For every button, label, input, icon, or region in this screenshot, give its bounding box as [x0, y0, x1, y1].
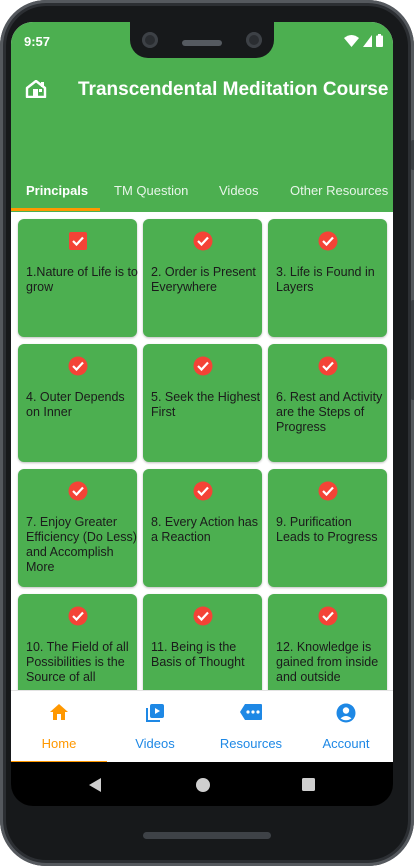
check-circle-icon: [318, 356, 338, 381]
principle-label: 4. Outer Depends on Inner: [26, 390, 125, 419]
principle-card-10[interactable]: 10. The Field of all Possibilities is th…: [18, 594, 137, 690]
principle-label: 12. Knowledge is gained from inside and …: [276, 640, 379, 684]
nav-account[interactable]: Account: [299, 691, 393, 762]
app-bar: Transcendental Meditation Course: [11, 60, 393, 116]
principle-card-11[interactable]: 11. Being is the Basis of Thought: [143, 594, 262, 690]
principle-label: 1.Nature of Life is to grow: [26, 265, 138, 294]
check-circle-icon: [318, 606, 338, 631]
nav-videos-label: Videos: [135, 736, 175, 751]
app-title: Transcendental Meditation Course: [78, 79, 389, 100]
principle-label: 8. Every Action has a Reaction: [151, 515, 259, 544]
principle-label: 6. Rest and Activity are the Steps of Pr…: [276, 390, 383, 434]
system-navigation-bar: [11, 762, 393, 806]
principle-card-12[interactable]: 12. Knowledge is gained from inside and …: [268, 594, 387, 690]
wifi-icon: [344, 34, 359, 47]
tab-principals[interactable]: Principals: [26, 183, 88, 198]
check-circle-icon: [318, 231, 338, 256]
principle-card-6[interactable]: 6. Rest and Activity are the Steps of Pr…: [268, 344, 387, 462]
battery-icon: [376, 34, 383, 47]
principle-label: 7. Enjoy Greater Efficiency (Do Less) an…: [26, 515, 137, 574]
check-box-icon: [68, 231, 88, 256]
check-circle-icon: [68, 606, 88, 631]
camera-notch: [130, 22, 274, 58]
screen: 9:57 Transcendental Meditation Course Pr…: [11, 22, 393, 762]
status-bar: 9:57: [11, 22, 393, 60]
nav-resources-label: Resources: [219, 736, 283, 751]
front-camera-icon: [142, 32, 158, 48]
nav-home-label: Home: [41, 736, 77, 751]
principle-label: 3. Life is Found in Layers: [276, 265, 375, 294]
tab-tm-question[interactable]: TM Question: [114, 183, 188, 198]
check-circle-icon: [193, 231, 213, 256]
check-circle-icon: [68, 481, 88, 506]
recents-icon[interactable]: [301, 777, 316, 792]
principle-card-3[interactable]: 3. Life is Found in Layers: [268, 219, 387, 337]
check-circle-icon: [193, 356, 213, 381]
check-circle-icon: [193, 481, 213, 506]
principle-card-1[interactable]: 1.Nature of Life is to grow: [18, 219, 138, 337]
video-library-icon: [145, 703, 165, 728]
back-icon[interactable]: [88, 777, 102, 793]
nav-account-label: Account: [322, 736, 370, 751]
principle-card-8[interactable]: 8. Every Action has a Reaction: [143, 469, 262, 587]
home-icon: [49, 703, 69, 726]
principle-card-5[interactable]: 5. Seek the Highest First: [143, 344, 262, 462]
check-circle-icon: [318, 481, 338, 506]
signal-icon: [363, 34, 372, 47]
principle-card-7[interactable]: 7. Enjoy Greater Efficiency (Do Less) an…: [18, 469, 137, 587]
tab-bar: Principals TM Question Videos Other Reso…: [11, 172, 393, 212]
bottom-navigation: Home Videos Resources Account: [11, 690, 393, 762]
status-icons: [344, 34, 383, 47]
nav-home[interactable]: Home: [11, 691, 107, 762]
principle-label: 2. Order is Present Everywhere: [151, 265, 256, 294]
account-icon: [336, 703, 356, 728]
home-icon[interactable]: [25, 79, 47, 103]
principle-label: 5. Seek the Highest First: [151, 390, 261, 419]
front-sensor-icon: [246, 32, 262, 48]
nav-videos[interactable]: Videos: [107, 691, 203, 762]
tab-indicator: [11, 208, 100, 211]
principle-card-2[interactable]: 2. Order is Present Everywhere: [143, 219, 262, 337]
principle-label: 11. Being is the Basis of Thought: [151, 640, 245, 669]
principles-grid: 1.Nature of Life is to grow 2. Order is …: [11, 212, 393, 690]
principle-label: 10. The Field of all Possibilities is th…: [26, 640, 129, 684]
principle-label: 9. Purification Leads to Progress: [276, 515, 378, 544]
status-time: 9:57: [24, 34, 51, 49]
tab-other-resources[interactable]: Other Resources: [290, 183, 388, 198]
resources-icon: [239, 703, 263, 726]
bottom-speaker-grille: [143, 832, 271, 839]
principle-card-9[interactable]: 9. Purification Leads to Progress: [268, 469, 387, 587]
check-circle-icon: [68, 356, 88, 381]
tab-videos[interactable]: Videos: [219, 183, 259, 198]
app-bar-extension: [11, 115, 393, 172]
principle-card-4[interactable]: 4. Outer Depends on Inner: [18, 344, 137, 462]
check-circle-icon: [193, 606, 213, 631]
earpiece-speaker: [182, 40, 222, 46]
home-circle-icon[interactable]: [195, 777, 211, 793]
nav-resources[interactable]: Resources: [203, 691, 299, 762]
